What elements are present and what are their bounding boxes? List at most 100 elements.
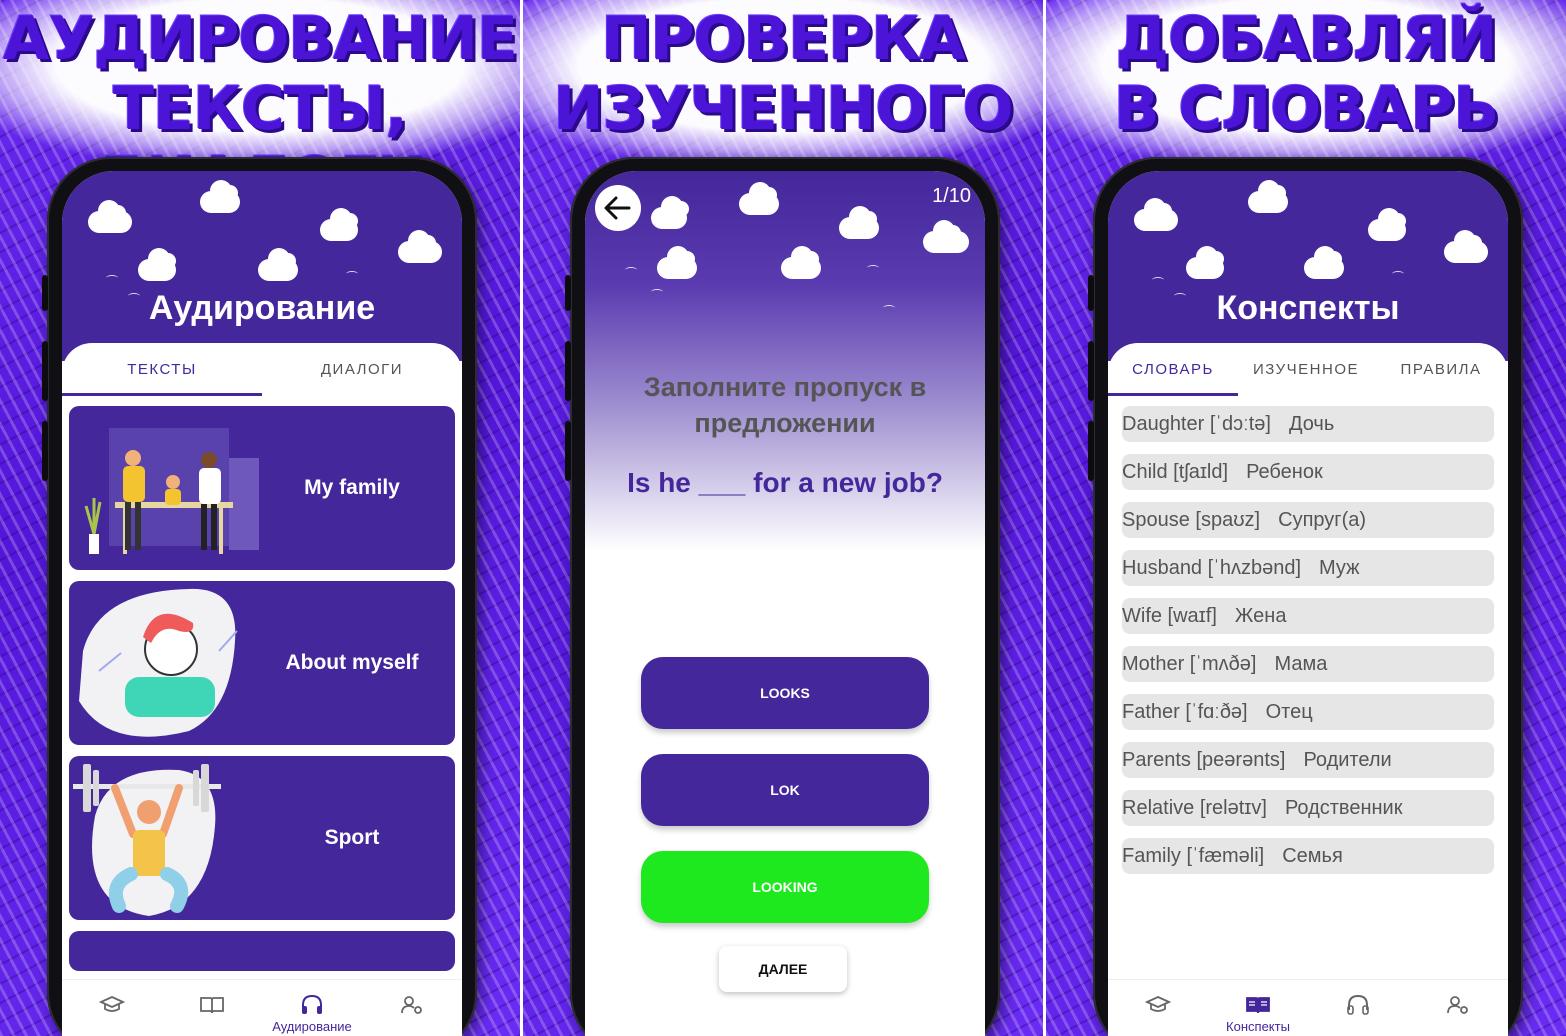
- promo-banner: ДОБАВЛЯЙ В СЛОВАРЬ: [1046, 4, 1566, 144]
- vocab-word: Child [tʃaɪld]: [1122, 461, 1229, 483]
- answer-option-correct[interactable]: LOOKING: [641, 851, 929, 923]
- vocab-translation: Ребенок: [1246, 461, 1323, 483]
- arrow-left-icon: [604, 196, 631, 220]
- next-button[interactable]: ДАЛЕЕ: [719, 946, 847, 992]
- cloud-icon: [88, 200, 132, 233]
- vocab-row[interactable]: Spouse [spaʊz] Супруг(а): [1122, 502, 1494, 538]
- nav-item-notes[interactable]: [162, 980, 262, 1036]
- cloud-icon: [1304, 246, 1344, 279]
- content-sheet: СЛОВАРЬ ИЗУЧЕННОЕ ПРАВИЛА Daughter [ˈdɔː…: [1108, 343, 1508, 1036]
- lesson-card[interactable]: [69, 931, 455, 971]
- nav-item-courses[interactable]: [62, 980, 162, 1036]
- header-hero: Конспекты: [1108, 171, 1508, 361]
- vocab-word: Father [ˈfɑːðə]: [1122, 701, 1248, 723]
- app-screen: Аудирование ТЕКСТЫ ДИАЛОГИ My family Abo…: [62, 171, 462, 1036]
- vocab-row[interactable]: Child [tʃaɪld] Ребенок: [1122, 454, 1494, 490]
- screen-title: Конспекты: [1216, 289, 1400, 327]
- graduation-cap-icon: [1145, 996, 1171, 1012]
- headphones-icon: [302, 994, 322, 1014]
- back-button[interactable]: [595, 185, 641, 231]
- bird-icon: [625, 267, 637, 273]
- nav-label: Аудирование: [272, 1019, 352, 1034]
- vocab-translation: Семья: [1282, 845, 1343, 867]
- answer-option[interactable]: LOOKS: [641, 657, 929, 729]
- cloud-icon: [398, 230, 442, 263]
- vocab-row[interactable]: Parents [peərənts] Родители: [1122, 742, 1494, 778]
- phone-button: [42, 341, 48, 401]
- vocab-row[interactable]: Father [ˈfɑːðə] Отец: [1122, 694, 1494, 730]
- lesson-card[interactable]: My family: [69, 406, 455, 570]
- cloud-icon: [1248, 180, 1288, 213]
- tab-learned[interactable]: ИЗУЧЕННОЕ: [1238, 343, 1374, 397]
- screen-title: Аудирование: [148, 289, 376, 327]
- tab-dialogs[interactable]: ДИАЛОГИ: [262, 343, 462, 397]
- app-screen: 1/10 Заполните пропуск в предложении Is …: [585, 171, 985, 1036]
- answer-option[interactable]: LOK: [641, 754, 929, 826]
- vocab-row[interactable]: Husband [ˈhʌzbənd] Муж: [1122, 550, 1494, 586]
- card-title: My family: [304, 476, 400, 499]
- vocab-row[interactable]: Relative [relətɪv] Родственник: [1122, 790, 1494, 826]
- vocab-row[interactable]: Mother [ˈmʌðə] Мама: [1122, 646, 1494, 682]
- cloud-icon: [1134, 198, 1178, 231]
- card-title: Sport: [324, 826, 380, 849]
- cloud-icon: [839, 206, 879, 239]
- user-settings-icon: [401, 996, 422, 1014]
- vocab-word: Relative [relətɪv]: [1122, 797, 1267, 819]
- vocab-word: Mother [ˈmʌðə]: [1122, 653, 1257, 675]
- nav-item-notes[interactable]: Конспекты: [1208, 980, 1308, 1036]
- quiz-instruction: Заполните пропуск в предложении: [643, 372, 927, 438]
- cloud-icon: [657, 246, 697, 279]
- vocab-translation: Родственник: [1284, 797, 1403, 819]
- app-screen: Конспекты СЛОВАРЬ ИЗУЧЕННОЕ ПРАВИЛА Daug…: [1108, 171, 1508, 1036]
- cloud-icon: [258, 248, 298, 281]
- bird-icon: [651, 289, 663, 295]
- promo-banner: ПРОВЕРКА ИЗУЧЕННОГО: [523, 4, 1043, 144]
- family-illustration: [84, 428, 259, 554]
- cloud-icon: [138, 248, 176, 281]
- user-settings-icon: [1447, 996, 1468, 1014]
- tab-rules[interactable]: ПРАВИЛА: [1374, 343, 1508, 397]
- bird-icon: [883, 305, 895, 311]
- nav-item-profile[interactable]: [1408, 980, 1508, 1036]
- cloud-icon: [1368, 208, 1406, 241]
- banner-line: ДОБАВЛЯЙ: [1115, 4, 1498, 74]
- tab-texts[interactable]: ТЕКСТЫ: [62, 343, 262, 397]
- cloud-icon: [923, 220, 969, 253]
- nav-item-listening[interactable]: Аудирование: [262, 980, 362, 1036]
- lesson-card[interactable]: About myself: [69, 581, 455, 745]
- cloud-icon: [1186, 246, 1224, 279]
- vocab-word: Daughter [ˈdɔːtə]: [1122, 413, 1271, 435]
- vocab-word: Wife [waɪf]: [1122, 605, 1217, 627]
- phone-button: [565, 421, 571, 481]
- vocab-row[interactable]: Family [ˈfæməli] Семья: [1122, 838, 1494, 874]
- nav-item-listening[interactable]: [1308, 980, 1408, 1036]
- nav-item-courses[interactable]: [1108, 980, 1208, 1036]
- bottom-navigation: Аудирование: [62, 979, 462, 1036]
- cloud-icon: [1444, 230, 1488, 263]
- vocab-row[interactable]: Wife [waɪf] Жена: [1122, 598, 1494, 634]
- vocab-word: Husband [ˈhʌzbənd]: [1122, 557, 1302, 579]
- tab-indicator: [1108, 393, 1238, 396]
- tab-dictionary[interactable]: СЛОВАРЬ: [1108, 343, 1238, 397]
- promo-panel-quiz: ПРОВЕРКА ИЗУЧЕННОГО 1/10 Заполните пропу…: [523, 0, 1043, 1036]
- bird-icon: [1152, 277, 1164, 283]
- cloud-icon: [781, 246, 821, 279]
- cloud-icon: [651, 196, 689, 229]
- tab-bar: ТЕКСТЫ ДИАЛОГИ: [62, 343, 462, 397]
- vocab-translation: Муж: [1319, 557, 1360, 579]
- lesson-card[interactable]: Sport: [69, 756, 455, 920]
- graduation-cap-icon: [99, 996, 125, 1012]
- phone-frame: Аудирование ТЕКСТЫ ДИАЛОГИ My family Abo…: [42, 157, 477, 1036]
- banner-line: АУДИРОВАНИЕ: [3, 4, 518, 74]
- phone-button: [565, 275, 571, 311]
- nav-item-profile[interactable]: [362, 980, 462, 1036]
- phone-button: [1088, 421, 1094, 481]
- bird-icon: [867, 265, 879, 271]
- headphones-icon: [1347, 994, 1369, 1015]
- vocab-row[interactable]: Daughter [ˈdɔːtə] Дочь: [1122, 406, 1494, 442]
- person-illustration: [79, 588, 238, 737]
- cloud-icon: [320, 208, 358, 241]
- card-title: About myself: [285, 651, 419, 674]
- bird-icon: [1392, 271, 1404, 277]
- tab-indicator: [62, 393, 262, 396]
